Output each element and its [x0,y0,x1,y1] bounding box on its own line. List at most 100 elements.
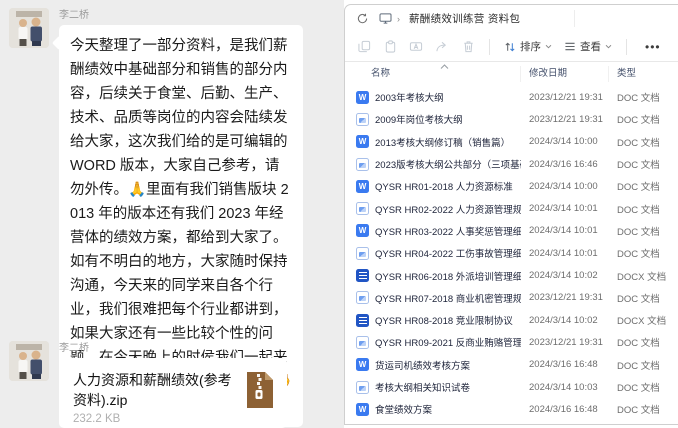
file-type: DOCX 文档 [617,316,667,328]
column-header-date[interactable]: 修改日期 [521,66,609,82]
file-name: 2009年岗位考核大纲 [375,115,463,127]
file-type-icon [356,202,369,216]
file-type-icon [356,179,369,193]
toolbar-divider [489,38,490,55]
sort-button[interactable]: 排序 [498,36,558,58]
sort-ascending-icon [440,62,449,73]
avatar[interactable] [9,341,49,381]
chat-file-message: 李二桥 人力资源和薪酬绩效(参考资料).zip 232.2 KB [0,341,287,428]
file-modified-date: 2024/3/14 10:00 [529,180,598,192]
sender-name: 李二桥 [59,10,89,21]
file-name: 食堂绩效方案 [375,405,433,417]
table-row[interactable]: 2023版考核大纲公共部分（三项基础考... 2024/3/16 16:46 D… [345,153,678,175]
file-type-icon [356,112,369,126]
file-type-icon [356,157,369,171]
file-modified-date: 2024/3/14 10:02 [529,314,598,326]
table-row[interactable]: QYSR HR08-2018 竞业限制协议 2024/3/14 10:02 DO… [345,309,678,331]
file-type: DOC 文档 [617,293,660,305]
column-header-row: 名称 修改日期 类型 [345,62,678,86]
column-header-type[interactable]: 类型 [609,66,678,82]
file-modified-date: 2024/3/14 10:02 [529,270,598,282]
view-list-icon [565,42,575,51]
more-options-button[interactable]: ••• [635,40,671,54]
monitor-icon [379,13,392,24]
file-type: DOC 文档 [617,204,660,216]
file-name: QYSR HR07-2018 商业机密管理规范 [375,293,521,305]
file-name: QYSR HR01-2018 人力资源标准 [375,182,513,194]
toolbar-divider [626,38,627,55]
paste-icon[interactable] [377,36,403,58]
address-search-divider [574,10,575,27]
file-type-icon [356,313,369,327]
avatar-photo [9,8,49,48]
file-modified-date: 2024/3/14 10:00 [529,136,598,148]
avatar-photo [9,341,49,381]
table-row[interactable]: 考核大纲相关知识试卷 2024/3/14 10:03 DOC 文档 [345,376,678,398]
file-type-icon [356,246,369,260]
table-row[interactable]: 食堂绩效方案 2024/3/16 16:48 DOC 文档 [345,398,678,420]
sort-arrows-icon [505,42,515,51]
sender-name: 李二桥 [59,343,89,354]
file-name: QYSR HR08-2018 竞业限制协议 [375,316,513,328]
table-row[interactable]: 货运司机绩效考核方案 2024/3/16 16:48 DOC 文档 [345,354,678,376]
file-modified-date: 2024/3/16 16:48 [529,403,598,415]
chevron-down-icon [605,44,612,49]
avatar[interactable] [9,8,49,48]
file-type: DOC 文档 [617,383,660,394]
chevron-down-icon [545,44,552,49]
file-type: DOC 文档 [617,182,660,194]
file-modified-date: 2023/12/21 19:31 [529,292,603,304]
file-type-icon [356,224,369,238]
table-row[interactable]: 2003年考核大纲 2023/12/21 19:31 DOC 文档 [345,86,678,108]
view-button[interactable]: 查看 [558,36,618,58]
view-label: 查看 [580,41,601,53]
file-name: QYSR HR06-2018 外派培训管理细则 -ok [375,271,521,283]
file-modified-date: 2023/12/21 19:31 [529,336,603,348]
file-name: QYSR HR03-2022 人事奖惩管理细则-ok [375,226,521,238]
file-name: 2023版考核大纲公共部分（三项基础考... [375,160,521,172]
breadcrumb[interactable]: › 薪酬绩效训练营 资料包 [379,11,520,26]
table-row[interactable]: 2009年岗位考核大纲 2023/12/21 19:31 DOC 文档 [345,108,678,130]
file-modified-date: 2024/3/14 10:01 [529,203,598,215]
column-header-name[interactable]: 名称 [345,66,521,82]
table-row[interactable]: 2013考核大纲修订稿（销售篇） 2024/3/14 10:00 DOC 文档 [345,131,678,153]
file-name: QYSR HR04-2022 工伤事故管理细则- ok [375,249,521,261]
file-type: DOC 文档 [617,93,660,105]
file-modified-date: 2024/3/16 16:48 [529,359,598,371]
file-type: DOC 文档 [617,338,660,350]
file-modified-date: 2024/3/14 10:03 [529,381,598,393]
sort-label: 排序 [520,41,541,53]
file-name: QYSR HR09-2021 反商业贿赂管理细则 [375,338,521,350]
file-type: DOC 文档 [617,226,660,238]
file-name: 2003年考核大纲 [375,93,444,105]
rename-icon[interactable] [403,36,429,58]
file-type: DOC 文档 [617,137,660,149]
table-row[interactable]: QYSR HR07-2018 商业机密管理规范 2023/12/21 19:31… [345,287,678,309]
file-type-icon [356,135,369,149]
file-modified-date: 2024/3/16 16:46 [529,158,598,170]
file-name: QYSR HR02-2022 人力资源管理规范 [375,204,521,216]
file-type: DOC 文档 [617,360,660,372]
file-modified-date: 2024/3/14 10:01 [529,225,598,237]
file-attachment-card[interactable]: 人力资源和薪酬绩效(参考资料).zip 232.2 KB [59,358,287,428]
table-row[interactable]: QYSR HR06-2018 外派培训管理细则 -ok 2024/3/14 10… [345,264,678,286]
refresh-icon[interactable] [353,10,371,28]
table-row[interactable]: QYSR HR02-2022 人力资源管理规范 2024/3/14 10:01 … [345,197,678,219]
address-bar: › 薪酬绩效训练营 资料包 [345,5,678,32]
file-type-icon [356,291,369,305]
delete-icon[interactable] [455,36,481,58]
table-row[interactable]: QYSR HR04-2022 工伤事故管理细则- ok 2024/3/14 10… [345,242,678,264]
chat-panel: 李二桥 今天整理了一部分资料，是我们薪酬绩效中基础部分和销售的部分内容，后续关于… [0,0,344,428]
copy-icon[interactable] [351,36,377,58]
file-type-icon [356,335,369,349]
table-row[interactable]: QYSR HR01-2018 人力资源标准 2024/3/14 10:00 DO… [345,175,678,197]
chevron-right-icon: › [397,13,400,24]
table-row[interactable]: QYSR HR09-2021 反商业贿赂管理细则 2023/12/21 19:3… [345,331,678,353]
file-type-icon [356,90,369,104]
file-type: DOCX 文档 [617,271,667,283]
table-row[interactable]: QYSR HR03-2022 人事奖惩管理细则-ok 2024/3/14 10:… [345,220,678,242]
file-type: DOC 文档 [617,405,660,417]
share-icon[interactable] [429,36,455,58]
file-name: 2013考核大纲修订稿（销售篇） [375,137,511,149]
zip-file-icon [245,370,275,425]
